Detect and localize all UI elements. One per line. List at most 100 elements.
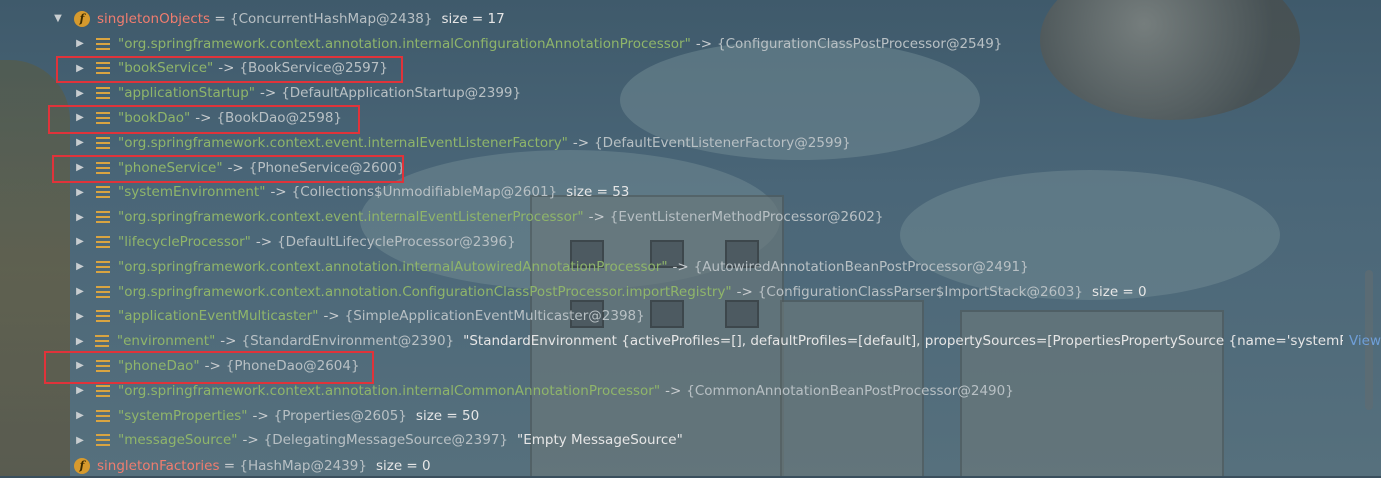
map-entry-row[interactable]: ▶ "environment" -> {StandardEnvironment@239… xyxy=(0,329,1381,354)
entry-extra: size = 0 xyxy=(1091,283,1147,300)
collapsed-arrow-icon[interactable]: ▶ xyxy=(74,410,86,421)
entry-value: {AutowiredAnnotationBeanPostProcessor@24… xyxy=(693,258,1029,275)
field-size: size = 17 xyxy=(441,10,505,27)
collapsed-arrow-icon[interactable]: ▶ xyxy=(74,236,86,247)
field-icon: f xyxy=(74,457,90,474)
collapsed-arrow-icon[interactable]: ▶ xyxy=(74,63,86,74)
collapsed-arrow-icon[interactable]: ▶ xyxy=(74,187,86,198)
map-entry-row[interactable]: ▶ "bookService" -> {BookService@2597} xyxy=(0,56,1381,81)
map-entry-icon xyxy=(96,359,110,372)
entry-value: {ConfigurationClassPostProcessor@2549} xyxy=(717,35,1003,52)
map-entry-icon xyxy=(96,211,110,224)
entry-value: {EventListenerMethodProcessor@2602} xyxy=(609,209,884,226)
view-link[interactable]: View xyxy=(1349,333,1381,349)
collapsed-arrow-icon[interactable]: ▶ xyxy=(74,112,86,123)
entry-arrow: -> xyxy=(736,283,753,300)
collapsed-arrow-icon[interactable]: ▶ xyxy=(74,261,86,272)
map-entry-row[interactable]: ▶ "applicationStartup" -> {DefaultApplicati… xyxy=(0,81,1381,106)
tree-row-singleton-factories[interactable]: f singletonFactories = {HashMap@2439} si… xyxy=(0,453,1381,478)
map-entry-row[interactable]: ▶ "systemProperties" -> {Properties@2605} si… xyxy=(0,403,1381,428)
entry-arrow: -> xyxy=(260,85,277,102)
entry-arrow: -> xyxy=(672,258,689,275)
map-entry-row[interactable]: ▶ "messageSource" -> {DelegatingMessageSour… xyxy=(0,428,1381,453)
entry-arrow: -> xyxy=(323,308,340,325)
map-entry-row[interactable]: ▶ "org.springframework.context.annotation… xyxy=(0,378,1381,403)
collapsed-arrow-icon[interactable]: ▶ xyxy=(74,311,86,322)
entry-arrow: -> xyxy=(195,109,212,126)
map-entry-icon xyxy=(96,310,110,323)
map-entry-icon xyxy=(96,384,110,397)
map-entry-row[interactable]: ▶ "phoneDao" -> {PhoneDao@2604} xyxy=(0,353,1381,378)
collapsed-arrow-icon[interactable]: ▶ xyxy=(74,286,86,297)
entry-value: {ConfigurationClassParser$ImportStack@26… xyxy=(757,283,1083,300)
map-entry-icon xyxy=(96,161,110,174)
entry-extra: "StandardEnvironment {activeProfiles=[],… xyxy=(463,333,1343,350)
map-entry-icon xyxy=(96,111,110,124)
field-name: singletonFactories xyxy=(97,457,220,474)
entry-arrow: -> xyxy=(695,35,713,52)
entry-key: "org.springframework.context.annotation.… xyxy=(118,258,668,275)
field-icon: f xyxy=(74,10,90,27)
collapsed-arrow-icon[interactable]: ▶ xyxy=(74,38,86,49)
entry-arrow: -> xyxy=(220,333,237,350)
entry-key: "org.springframework.context.annotation.… xyxy=(118,283,732,300)
entry-value: {BookService@2597} xyxy=(239,60,388,77)
entry-key: "org.springframework.context.event.inter… xyxy=(118,134,568,151)
entry-key: "applicationEventMulticaster" xyxy=(118,308,319,325)
map-entry-row[interactable]: ▶ "phoneService" -> {PhoneService@2600} xyxy=(0,155,1381,180)
map-entry-icon xyxy=(96,62,110,75)
collapsed-arrow-icon[interactable]: ▶ xyxy=(74,385,86,396)
map-entry-row[interactable]: ▶ "org.springframework.context.annotation… xyxy=(0,31,1381,56)
entry-value: {CommonAnnotationBeanPostProcessor@2490} xyxy=(686,382,1014,399)
entry-value: {BookDao@2598} xyxy=(216,109,343,126)
entry-arrow: -> xyxy=(270,184,287,201)
map-entry-row[interactable]: ▶ "org.springframework.context.event.inte… xyxy=(0,130,1381,155)
map-entry-icon xyxy=(96,235,110,248)
map-entry-row[interactable]: ▶ "org.springframework.context.annotation… xyxy=(0,279,1381,304)
field-size: size = 0 xyxy=(375,457,431,474)
map-entry-row[interactable]: ▶ "lifecycleProcessor" -> {DefaultLifecycle… xyxy=(0,229,1381,254)
entry-extra: size = 50 xyxy=(415,407,480,424)
collapsed-arrow-icon[interactable]: ▶ xyxy=(74,162,86,173)
entry-key: "phoneService" xyxy=(118,159,223,176)
field-type-ref: {HashMap@2439} xyxy=(239,457,367,474)
entry-value: {PhoneDao@2604} xyxy=(225,357,360,374)
map-entry-row[interactable]: ▶ "applicationEventMulticaster" -> {SimpleA… xyxy=(0,304,1381,329)
entry-key: "org.springframework.context.annotation.… xyxy=(118,35,691,52)
entry-arrow: -> xyxy=(572,134,590,151)
map-entry-row[interactable]: ▶ "org.springframework.context.annotation… xyxy=(0,254,1381,279)
field-type-ref: {ConcurrentHashMap@2438} xyxy=(229,10,433,27)
entry-value: {DefaultLifecycleProcessor@2396} xyxy=(277,233,516,250)
entry-value: {Properties@2605} xyxy=(273,407,407,424)
map-entry-icon xyxy=(96,434,110,447)
entry-key: "bookService" xyxy=(118,60,214,77)
entry-arrow: -> xyxy=(588,209,605,226)
collapsed-arrow-icon[interactable]: ▶ xyxy=(74,336,85,347)
entry-key: "org.springframework.context.annotation.… xyxy=(118,382,661,399)
collapsed-arrow-icon[interactable]: ▶ xyxy=(74,137,86,148)
collapsed-arrow-icon[interactable]: ▶ xyxy=(74,360,86,371)
entry-key: "phoneDao" xyxy=(118,357,200,374)
expanded-arrow-icon[interactable]: ▼ xyxy=(52,13,64,24)
entry-key: "lifecycleProcessor" xyxy=(118,233,251,250)
collapsed-arrow-icon[interactable]: ▶ xyxy=(74,212,86,223)
map-entry-icon xyxy=(96,87,110,100)
field-name: singletonObjects xyxy=(97,10,211,27)
map-entry-icon xyxy=(96,186,110,199)
entry-value: {SimpleApplicationEventMulticaster@2398} xyxy=(344,308,645,325)
map-entry-row[interactable]: ▶ "bookDao" -> {BookDao@2598} xyxy=(0,105,1381,130)
entry-key: "systemProperties" xyxy=(118,407,248,424)
map-entry-icon xyxy=(96,285,110,298)
entry-key: "applicationStartup" xyxy=(118,85,255,102)
map-entry-icon xyxy=(95,335,109,348)
entry-value: {DefaultApplicationStartup@2399} xyxy=(281,85,522,102)
map-entry-row[interactable]: ▶ "org.springframework.context.event.inte… xyxy=(0,205,1381,230)
tree-row-singleton-objects[interactable]: ▼ f singletonObjects = {ConcurrentHashMa… xyxy=(0,6,1381,31)
entry-key: "bookDao" xyxy=(118,109,191,126)
entry-value: {DefaultEventListenerFactory@2599} xyxy=(594,134,851,151)
map-entry-row[interactable]: ▶ "systemEnvironment" -> {Collections$Unmod… xyxy=(0,180,1381,205)
collapsed-arrow-icon[interactable]: ▶ xyxy=(74,435,86,446)
collapsed-arrow-icon[interactable]: ▶ xyxy=(74,88,86,99)
entry-extra: size = 53 xyxy=(566,184,630,201)
entry-key: "messageSource" xyxy=(118,432,238,449)
